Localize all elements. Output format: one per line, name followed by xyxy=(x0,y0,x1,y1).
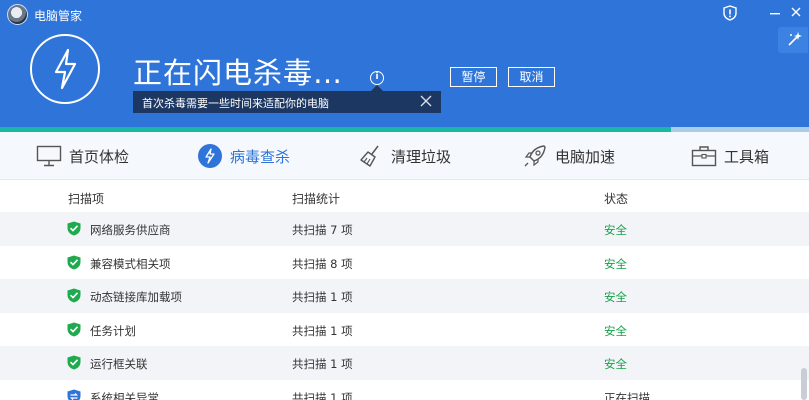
shield-check-icon xyxy=(67,221,81,236)
toolbox-icon xyxy=(691,143,717,169)
row-name: 兼容模式相关项 xyxy=(90,256,171,271)
tab-label: 首页体检 xyxy=(69,147,130,166)
tab-label: 工具箱 xyxy=(724,147,770,166)
row-status: 安全 xyxy=(604,357,627,371)
tab-home-checkup[interactable]: 首页体检 xyxy=(36,132,129,180)
scan-status-title: 正在闪电杀毒… xyxy=(133,56,344,90)
app-title: 电脑管家 xyxy=(34,9,83,23)
table-header: 扫描项 扫描统计 状态 xyxy=(0,181,809,212)
close-icon[interactable] xyxy=(787,5,805,23)
row-name: 网络服务供应商 xyxy=(90,223,171,237)
column-header-item: 扫描项 xyxy=(68,192,105,206)
tab-speed-up[interactable]: 电脑加速 xyxy=(522,132,615,180)
tooltip-text: 首次杀毒需要一些时间来适配你的电脑 xyxy=(142,97,329,110)
tab-toolbox[interactable]: 工具箱 xyxy=(691,132,769,180)
row-count: 共扫描 8 项 xyxy=(292,256,353,271)
monitor-icon xyxy=(36,143,62,169)
tab-label: 病毒查杀 xyxy=(230,147,291,166)
shield-scanning-icon xyxy=(67,389,81,400)
tab-label: 电脑加速 xyxy=(555,147,616,166)
info-icon[interactable]: i xyxy=(370,71,384,85)
tooltip-arrow xyxy=(371,85,383,91)
tab-virus-scan[interactable]: 病毒查杀 xyxy=(197,132,290,180)
row-status: 安全 xyxy=(604,256,627,271)
shield-check-icon xyxy=(67,255,81,270)
magic-wand-icon[interactable] xyxy=(778,27,808,53)
row-count: 共扫描 1 项 xyxy=(292,357,353,371)
broom-icon xyxy=(358,143,384,169)
row-status: 安全 xyxy=(604,223,627,237)
column-header-count: 扫描统计 xyxy=(292,192,341,206)
table-row[interactable]: 兼容模式相关项 共扫描 8 项 安全 xyxy=(0,245,809,279)
rocket-icon xyxy=(522,143,548,169)
row-name: 任务计划 xyxy=(90,323,136,338)
lightning-icon xyxy=(197,143,223,169)
row-status: 正在扫描 xyxy=(604,390,650,400)
tab-clean-junk[interactable]: 清理垃圾 xyxy=(358,132,451,180)
tab-label: 清理垃圾 xyxy=(391,147,452,166)
row-name: 动态链接库加载项 xyxy=(90,290,182,304)
cancel-button[interactable]: 取消 xyxy=(508,67,555,87)
scan-results-table: 网络服务供应商 共扫描 7 项 安全 兼容模式相关项 共扫描 8 项 安全 动态… xyxy=(0,212,809,400)
table-row[interactable]: 运行框关联 共扫描 1 项 安全 xyxy=(0,346,809,380)
row-name: 系统相关异常 xyxy=(90,390,159,400)
row-status: 安全 xyxy=(604,290,627,304)
row-count: 共扫描 1 项 xyxy=(292,290,353,304)
lightning-icon xyxy=(30,34,100,104)
shield-check-icon xyxy=(67,322,81,337)
pause-button[interactable]: 暂停 xyxy=(450,67,497,87)
row-name: 运行框关联 xyxy=(90,357,148,371)
tip-tooltip: 首次杀毒需要一些时间来适配你的电脑 xyxy=(133,85,441,113)
avatar[interactable] xyxy=(7,4,28,25)
row-count: 共扫描 7 项 xyxy=(292,223,353,237)
scrollbar-thumb[interactable] xyxy=(801,368,807,400)
column-header-status: 状态 xyxy=(604,192,629,206)
close-icon[interactable] xyxy=(419,93,433,109)
row-count: 共扫描 1 项 xyxy=(292,323,353,338)
table-row[interactable]: 系统相关异常 共扫描 1 项 正在扫描 xyxy=(0,379,809,400)
table-row[interactable]: 网络服务供应商 共扫描 7 项 安全 xyxy=(0,212,809,246)
header: 电脑管家 正在闪电杀毒… i 暂停 取消 首次杀毒需要一些时间来适配你的电脑 xyxy=(0,0,809,132)
table-row[interactable]: 任务计划 共扫描 1 项 安全 xyxy=(0,312,809,346)
table-row[interactable]: 动态链接库加载项 共扫描 1 项 安全 xyxy=(0,279,809,313)
minimize-icon[interactable] xyxy=(766,5,784,23)
row-count: 共扫描 1 项 xyxy=(292,390,353,400)
shield-check-icon xyxy=(67,355,81,370)
shield-icon[interactable] xyxy=(721,5,739,23)
main-tabs: 首页体检 病毒查杀 清理垃圾 电脑加速 工具箱 xyxy=(0,132,809,180)
shield-check-icon xyxy=(67,288,81,303)
row-status: 安全 xyxy=(604,323,627,338)
